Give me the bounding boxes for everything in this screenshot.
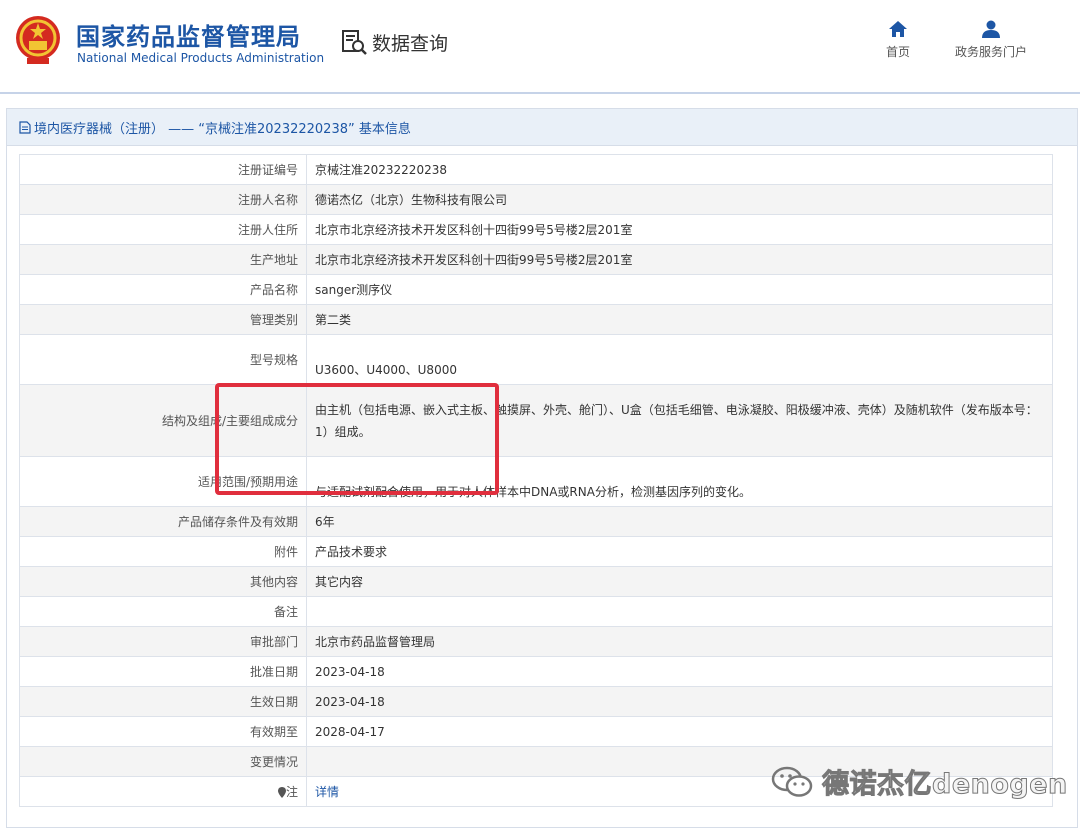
table-row: 其他内容 其它内容 (19, 566, 1053, 597)
table-row: 备注 (19, 596, 1053, 627)
table-row: 注册人名称 德诺杰亿（北京）生物科技有限公司 (19, 184, 1053, 215)
nav-service-portal[interactable]: 政务服务门户 (955, 20, 1027, 60)
row-label: 变更情况 (19, 746, 307, 777)
table-row: 注册人住所 北京市北京经济技术开发区科创十四街99号5号楼2层201室 (19, 214, 1053, 245)
data-query-link[interactable]: 数据查询 (340, 26, 448, 58)
row-value: 北京市北京经济技术开发区科创十四街99号5号楼2层201室 (306, 214, 1053, 245)
row-label: 生产地址 (19, 244, 307, 275)
row-value: 其它内容 (306, 566, 1053, 597)
table-row: 管理类别 第二类 (19, 304, 1053, 335)
site-header: 国家药品监督管理局 National Medical Products Admi… (0, 0, 1080, 94)
row-label: 有效期至 (19, 716, 307, 747)
row-value: 德诺杰亿（北京）生物科技有限公司 (306, 184, 1053, 215)
row-label: 产品储存条件及有效期 (19, 506, 307, 537)
row-value: 北京市北京经济技术开发区科创十四街99号5号楼2层201室 (306, 244, 1053, 275)
data-query-label: 数据查询 (372, 32, 449, 55)
row-label: 其他内容 (19, 566, 307, 597)
details-link[interactable]: 详情 (315, 785, 339, 799)
table-row: 产品名称 sanger测序仪 (19, 274, 1053, 305)
table-row: 型号规格 U3600、U4000、U8000 (19, 334, 1053, 385)
row-label: 管理类别 (19, 304, 307, 335)
table-row: 产品储存条件及有效期 6年 (19, 506, 1053, 537)
row-label: 适用范围/预期用途 (19, 456, 307, 507)
row-label: 审批部门 (19, 626, 307, 657)
table-row: 生产地址 北京市北京经济技术开发区科创十四街99号5号楼2层201室 (19, 244, 1053, 275)
row-label: 生效日期 (19, 686, 307, 717)
row-label-note: 注 (19, 776, 307, 807)
row-label: 产品名称 (19, 274, 307, 305)
home-icon (889, 21, 907, 37)
table-row: 审批部门 北京市药品监督管理局 (19, 626, 1053, 657)
detail-panel: 境内医疗器械（注册） —— “京械注准20232220238” 基本信息 注册证… (6, 108, 1078, 828)
site-subtitle: National Medical Products Administration (77, 51, 325, 65)
row-value: 北京市药品监督管理局 (306, 626, 1053, 657)
table-row: 生效日期 2023-04-18 (19, 686, 1053, 717)
row-label: 注册人住所 (19, 214, 307, 245)
row-value: 2023-04-18 (306, 686, 1053, 717)
row-value (306, 596, 1053, 627)
watermark-text: 德诺杰亿denogen (822, 769, 1068, 801)
table-row: 适用范围/预期用途 与适配试剂配合使用，用于对人体样本中DNA或RNA分析，检测基… (19, 456, 1053, 507)
wechat-icon (771, 766, 813, 797)
panel-header: 境内医疗器械（注册） —— “京械注准20232220238” 基本信息 (7, 109, 1077, 146)
national-emblem-icon (16, 16, 60, 64)
row-label: 附件 (19, 536, 307, 567)
row-label: 注册证编号 (19, 154, 307, 185)
row-label: 型号规格 (19, 334, 307, 385)
row-value: 2023-04-18 (306, 656, 1053, 687)
table-row: 批准日期 2023-04-18 (19, 656, 1053, 687)
row-label: 批准日期 (19, 656, 307, 687)
nav-home[interactable]: 首页 (886, 20, 910, 60)
table-row: 有效期至 2028-04-17 (19, 716, 1053, 747)
table-row: 结构及组成/主要组成成分 由主机（包括电源、嵌入式主板、触摸屏、外壳、舱门）、U盒… (19, 384, 1053, 457)
row-value: U3600、U4000、U8000 (306, 334, 1053, 385)
info-table: 注册证编号 京械注准20232220238 注册人名称 德诺杰亿（北京）生物科技有限… (19, 154, 1053, 807)
watermark: 德诺杰亿denogen (770, 762, 1068, 801)
row-value: 2028-04-17 (306, 716, 1053, 747)
document-icon (19, 121, 31, 134)
row-value: 由主机（包括电源、嵌入式主板、触摸屏、外壳、舱门）、U盒（包括毛细管、电泳凝胶、… (306, 384, 1053, 457)
nav-home-label: 首页 (886, 45, 911, 59)
row-value: 产品技术要求 (306, 536, 1053, 567)
row-value: 与适配试剂配合使用，用于对人体样本中DNA或RNA分析，检测基因序列的变化。 (306, 456, 1053, 507)
nav-service-portal-label: 政务服务门户 (955, 45, 1028, 59)
row-label: 备注 (19, 596, 307, 627)
row-label: 注 (285, 785, 298, 799)
panel-title: 境内医疗器械（注册） —— “京械注准20232220238” 基本信息 (19, 118, 411, 137)
table-row: 注册证编号 京械注准20232220238 (19, 154, 1053, 185)
table-row: 附件 产品技术要求 (19, 536, 1053, 567)
row-label: 注册人名称 (19, 184, 307, 215)
row-value: sanger测序仪 (306, 274, 1053, 305)
row-value: 6年 (306, 506, 1053, 537)
pin-icon (277, 787, 286, 798)
document-search-icon (342, 30, 367, 55)
row-value: 第二类 (306, 304, 1053, 335)
row-label: 结构及组成/主要组成成分 (19, 384, 307, 457)
site-title: 国家药品监督管理局 (76, 23, 301, 51)
panel-title-text: 境内医疗器械（注册） —— “京械注准20232220238” 基本信息 (34, 122, 411, 137)
row-value: 京械注准20232220238 (306, 154, 1053, 185)
user-icon (982, 20, 1000, 38)
